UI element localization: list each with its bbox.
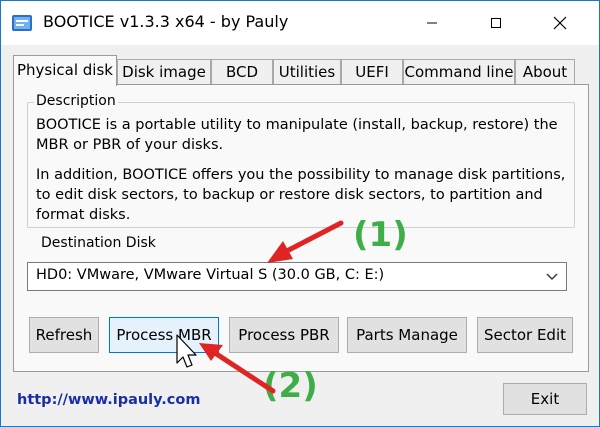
- tab-about[interactable]: About: [515, 59, 575, 85]
- bootice-window: BOOTICE v1.3.3 x64 - by Pauly Physical d…: [0, 0, 600, 427]
- close-icon: [553, 16, 567, 30]
- process-pbr-button[interactable]: Process PBR: [229, 317, 339, 353]
- tab-command-line[interactable]: Command line: [403, 59, 515, 85]
- tab-disk-image[interactable]: Disk image: [117, 59, 211, 85]
- destination-disk-label: Destination Disk: [41, 235, 156, 251]
- chevron-down-icon: [546, 273, 558, 280]
- tab-bcd[interactable]: BCD: [211, 59, 273, 85]
- maximize-button[interactable]: [473, 1, 519, 45]
- refresh-button[interactable]: Refresh: [29, 317, 99, 353]
- exit-button[interactable]: Exit: [503, 383, 587, 415]
- description-group: Description BOOTICE is a portable utilit…: [27, 93, 575, 228]
- step-2-annotation: (2): [263, 366, 318, 406]
- destination-disk-value: HD0: VMware, VMware Virtual S (30.0 GB, …: [36, 267, 385, 283]
- description-text: BOOTICE is a portable utility to manipul…: [36, 115, 576, 235]
- tab-strip: Physical disk Disk image BCD Utilities U…: [13, 55, 577, 86]
- tab-physical-disk[interactable]: Physical disk: [13, 55, 117, 86]
- process-mbr-button[interactable]: Process MBR: [109, 317, 219, 353]
- minimize-button[interactable]: [409, 1, 455, 45]
- title-bar[interactable]: BOOTICE v1.3.3 x64 - by Pauly: [1, 1, 599, 45]
- minimize-icon: [427, 22, 437, 24]
- dropdown-button[interactable]: [538, 263, 566, 290]
- destination-disk-select[interactable]: HD0: VMware, VMware Virtual S (30.0 GB, …: [27, 262, 567, 291]
- sector-edit-button[interactable]: Sector Edit: [477, 317, 573, 353]
- app-icon: [12, 15, 32, 31]
- parts-manage-button[interactable]: Parts Manage: [347, 317, 467, 353]
- description-label: Description: [34, 93, 118, 109]
- website-link[interactable]: http://www.ipauly.com: [17, 392, 200, 408]
- description-paragraph: In addition, BOOTICE offers you the poss…: [36, 167, 566, 223]
- maximize-icon: [491, 18, 501, 28]
- close-button[interactable]: [537, 1, 583, 45]
- tab-utilities[interactable]: Utilities: [273, 59, 341, 85]
- description-paragraph: BOOTICE is a portable utility to manipul…: [36, 117, 558, 153]
- step-1-annotation: (1): [353, 215, 408, 255]
- window-title: BOOTICE v1.3.3 x64 - by Pauly: [43, 12, 289, 31]
- tab-uefi[interactable]: UEFI: [341, 59, 403, 85]
